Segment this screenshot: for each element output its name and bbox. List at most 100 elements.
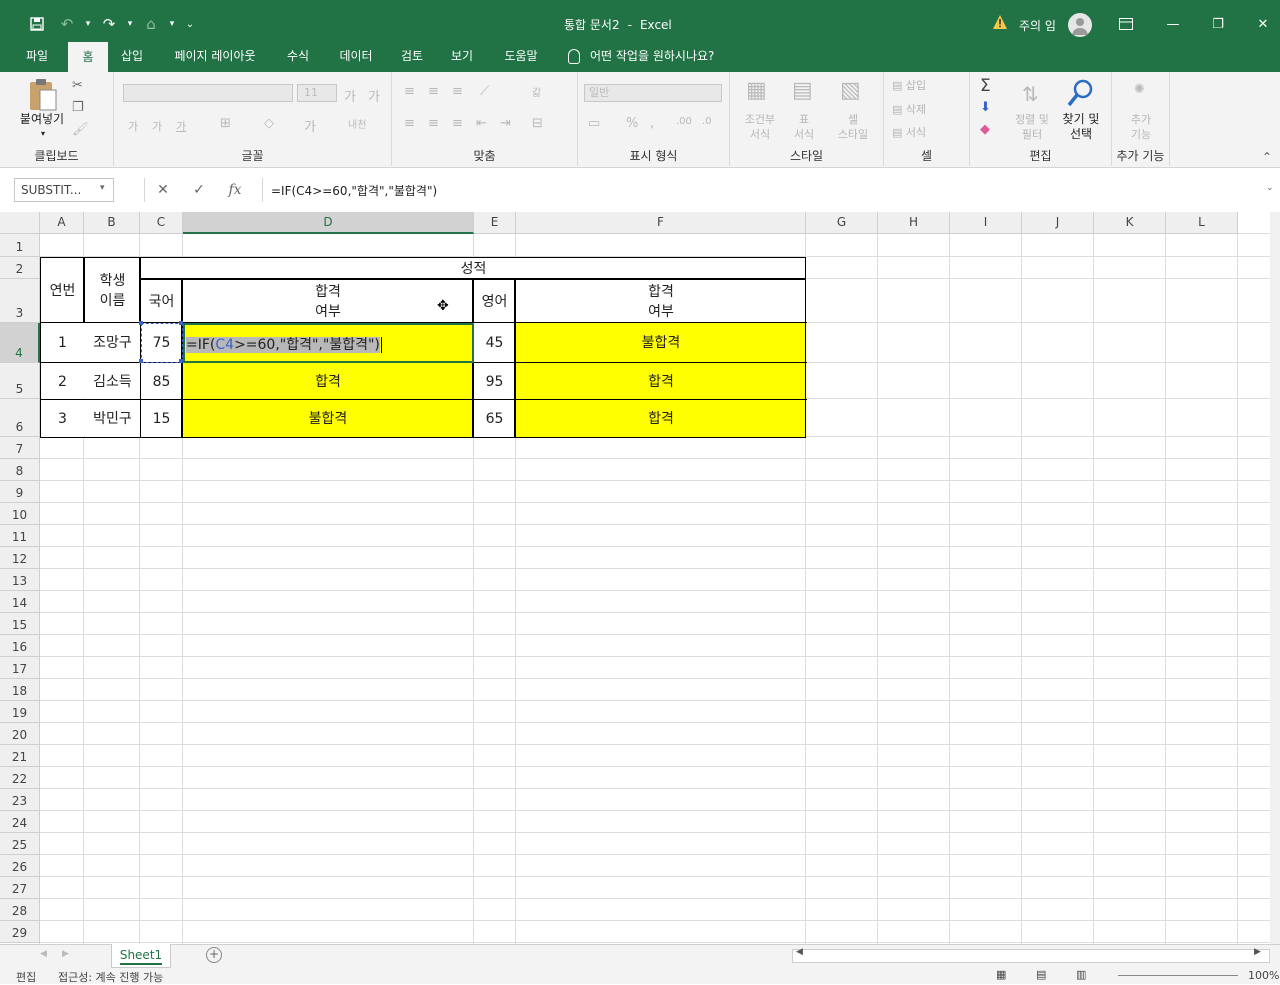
accounting-icon[interactable]: ▭ (588, 116, 600, 131)
worksheet-grid[interactable]: A B C D E F G H I J K L 1 2 3 4 5 6 7 8 9 10 11 12 13 14 15 16 17 18 1… (0, 212, 1270, 944)
format-painter-qat-icon[interactable]: ⌂ (136, 9, 166, 39)
row-header-20[interactable]: 20 (0, 723, 40, 745)
row-header-18[interactable]: 18 (0, 679, 40, 701)
tab-insert[interactable]: 삽입 (112, 40, 152, 72)
sort-filter-icon[interactable]: ⇅ (1022, 82, 1039, 106)
paste-button[interactable]: 붙여넣기 (12, 112, 72, 127)
editing-cell-d4[interactable]: =IF(C4>=60,"합격","불합격") (183, 323, 474, 363)
row-header-3[interactable]: 3 (0, 279, 40, 323)
italic-icon[interactable]: 가 (152, 118, 162, 134)
tab-review[interactable]: 검토 (392, 40, 432, 72)
addins-button[interactable]: 추가 기능 (1118, 112, 1164, 142)
collapse-ribbon-icon[interactable]: ⌃ (1262, 150, 1272, 164)
select-all-corner[interactable] (0, 212, 40, 234)
copy-icon[interactable]: ❐ (72, 100, 84, 115)
new-sheet-icon[interactable]: + (206, 947, 222, 963)
row-header-2[interactable]: 2 (0, 257, 40, 279)
accessibility-status[interactable]: 접근성: 계속 진행 가능 (58, 969, 163, 985)
close-icon[interactable]: ✕ (1254, 15, 1272, 33)
tell-me-box[interactable]: 어떤 작업을 원하시나요? (568, 40, 714, 72)
align-top-icon[interactable]: ≡ (404, 84, 415, 99)
avatar[interactable] (1068, 13, 1092, 37)
page-layout-view-icon[interactable]: ▤ (1036, 968, 1046, 981)
conditional-formatting-icon[interactable]: ▦ (746, 78, 767, 103)
font-size-combobox[interactable]: 11 (297, 84, 337, 102)
tab-page-layout[interactable]: 페이지 레이아웃 (162, 40, 268, 72)
name-box-dropdown-icon[interactable]: ▾ (100, 183, 105, 193)
row-header-14[interactable]: 14 (0, 591, 40, 613)
customize-qat-icon[interactable]: ▾ (166, 9, 178, 39)
row-header-24[interactable]: 24 (0, 811, 40, 833)
warning-icon[interactable] (992, 14, 1008, 30)
sheet-prev-icon[interactable]: ◀ (40, 949, 47, 959)
tab-view[interactable]: 보기 (442, 40, 482, 72)
row-header-26[interactable]: 26 (0, 855, 40, 877)
align-left-icon[interactable]: ≡ (404, 116, 415, 131)
row-header-15[interactable]: 15 (0, 613, 40, 635)
column-header-j[interactable]: J (1022, 212, 1094, 234)
user-name[interactable]: 주의 임 (1019, 17, 1056, 34)
row-header-4[interactable]: 4 (0, 323, 40, 363)
clear-icon[interactable]: ◆ (980, 122, 990, 137)
column-header-a[interactable]: A (40, 212, 84, 234)
borders-icon[interactable]: ⊞ (220, 116, 231, 131)
row-header-9[interactable]: 9 (0, 481, 40, 503)
comma-icon[interactable]: , (650, 116, 654, 131)
conditional-formatting-button[interactable]: 조건부 서식 (736, 112, 784, 142)
cell-styles-icon[interactable]: ▧ (840, 78, 861, 103)
scroll-left-icon[interactable]: ◀ (796, 947, 803, 957)
row-header-29[interactable]: 29 (0, 921, 40, 943)
save-icon[interactable] (22, 9, 52, 39)
font-name-combobox[interactable] (123, 84, 293, 102)
wrap-text-icon[interactable]: 갋 (532, 84, 541, 99)
enter-formula-button[interactable]: ✓ (181, 178, 217, 202)
font-color-icon[interactable]: 가 (304, 116, 316, 135)
fill-color-icon[interactable]: ◇ (264, 116, 274, 131)
find-select-icon[interactable] (1066, 78, 1094, 108)
tab-data[interactable]: 데이터 (330, 40, 382, 72)
find-select-button[interactable]: 찾기 및 선택 (1056, 112, 1106, 142)
sheet-next-icon[interactable]: ▶ (62, 949, 69, 959)
row-header-1[interactable]: 1 (0, 234, 40, 257)
cancel-formula-button[interactable]: ✕ (145, 178, 181, 202)
align-center-icon[interactable]: ≡ (428, 116, 439, 131)
align-bottom-icon[interactable]: ≡ (452, 84, 463, 99)
qat-more-icon[interactable]: ⌄ (178, 9, 202, 39)
bold-icon[interactable]: 가 (128, 118, 138, 134)
insert-function-button[interactable]: fx (217, 178, 253, 202)
row-header-25[interactable]: 25 (0, 833, 40, 855)
scroll-right-icon[interactable]: ▶ (1254, 947, 1261, 957)
fill-icon[interactable]: ⬇ (980, 100, 991, 115)
tab-home[interactable]: 홈 (68, 42, 108, 72)
column-header-b[interactable]: B (84, 212, 140, 234)
name-box[interactable]: SUBSTIT... (14, 178, 114, 202)
format-painter-icon[interactable]: 🖌 (72, 122, 89, 137)
column-header-c[interactable]: C (140, 212, 183, 234)
row-header-21[interactable]: 21 (0, 745, 40, 767)
column-header-g[interactable]: G (806, 212, 878, 234)
undo-dropdown-icon[interactable]: ▾ (82, 9, 94, 39)
delete-cells-button[interactable]: ▤ 삭제 (892, 102, 952, 117)
phonetic-icon[interactable]: 내천 (348, 116, 366, 131)
format-as-table-icon[interactable]: ▤ (792, 78, 813, 103)
format-as-table-button[interactable]: 표 서식 (782, 112, 826, 142)
undo-icon[interactable]: ↶ (52, 9, 82, 39)
row-header-8[interactable]: 8 (0, 459, 40, 481)
addins-icon[interactable]: ✺ (1134, 82, 1145, 97)
row-header-12[interactable]: 12 (0, 547, 40, 569)
column-header-i[interactable]: I (950, 212, 1022, 234)
align-middle-icon[interactable]: ≡ (428, 84, 439, 99)
paste-dropdown-icon[interactable]: ▾ (36, 126, 50, 141)
tab-file[interactable]: 파일 (14, 40, 60, 72)
row-header-27[interactable]: 27 (0, 877, 40, 899)
column-header-l[interactable]: L (1166, 212, 1238, 234)
row-header-22[interactable]: 22 (0, 767, 40, 789)
row-header-16[interactable]: 16 (0, 635, 40, 657)
row-header-28[interactable]: 28 (0, 899, 40, 921)
decrease-decimal-icon[interactable]: .0 (702, 116, 712, 127)
row-header-6[interactable]: 6 (0, 399, 40, 437)
normal-view-icon[interactable]: ▦ (996, 968, 1006, 981)
column-header-e[interactable]: E (474, 212, 516, 234)
insert-cells-button[interactable]: ▤ 삽입 (892, 78, 952, 93)
autosum-icon[interactable]: Σ (980, 76, 991, 96)
